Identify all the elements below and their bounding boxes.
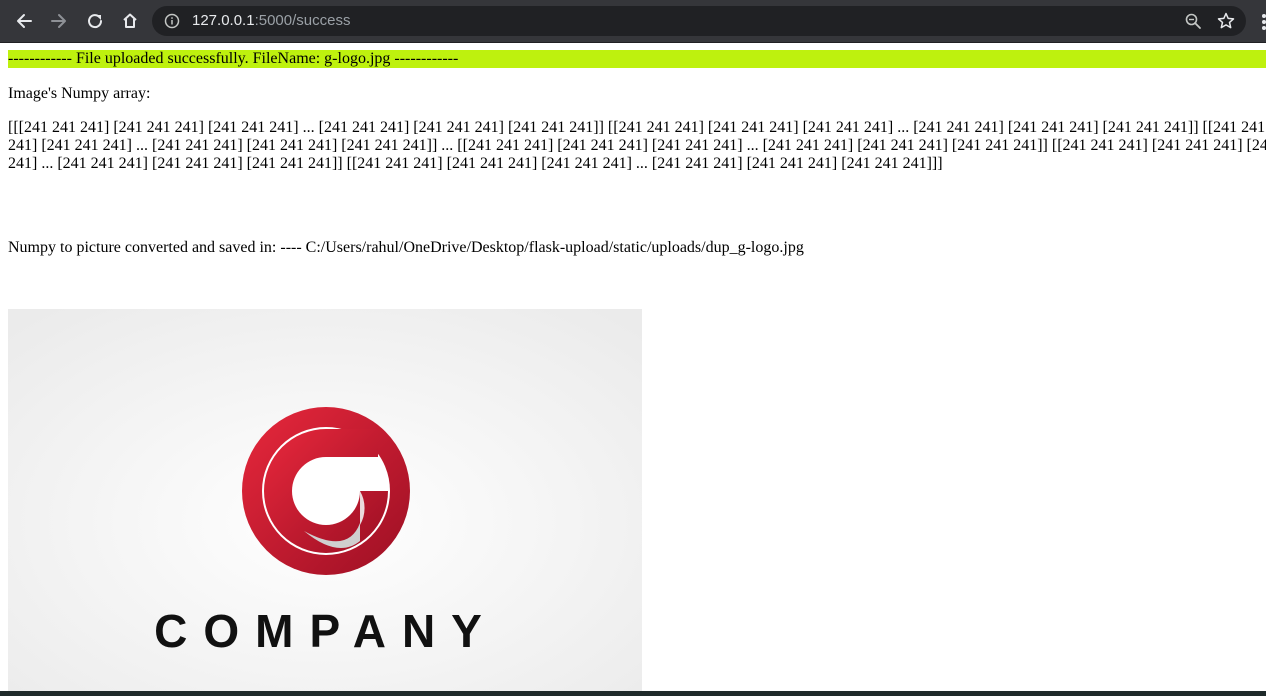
logo-mark — [242, 407, 410, 575]
info-icon[interactable] — [164, 13, 180, 29]
numpy-array-text: [[[241 241 241] [241 241 241] [241 241 2… — [8, 119, 1266, 175]
home-icon — [123, 13, 137, 28]
forward-button[interactable] — [46, 8, 72, 34]
address-bar[interactable]: 127.0.0.1:5000/success — [152, 6, 1246, 36]
array-heading: Image's Numpy array: — [8, 85, 151, 102]
uploaded-image: COMPANY — [8, 309, 642, 696]
logo-wordmark: COMPANY — [154, 605, 498, 657]
menu-icon[interactable] — [1259, 12, 1266, 32]
array-line: [[[241 241 241] [241 241 241] [241 241 2… — [8, 119, 1266, 136]
reload-icon — [88, 14, 103, 29]
browser-toolbar: 127.0.0.1:5000/success — [0, 0, 1266, 43]
zoom-icon[interactable] — [1184, 12, 1202, 30]
star-icon[interactable] — [1216, 11, 1236, 31]
array-line: 241] ... [241 241 241] [241 241 241] [24… — [8, 155, 943, 172]
forward-icon — [51, 14, 66, 28]
back-button[interactable] — [11, 8, 37, 34]
home-button[interactable] — [117, 8, 143, 34]
reload-button[interactable] — [82, 8, 108, 34]
url-host: 127.0.0.1 — [192, 12, 255, 29]
url-text[interactable]: 127.0.0.1:5000/success — [192, 12, 350, 30]
back-icon — [17, 14, 32, 28]
taskbar-edge — [0, 691, 1266, 696]
saved-path-text: Numpy to picture converted and saved in:… — [8, 239, 804, 256]
array-line: 241] [241 241 241] ... [241 241 241] [24… — [8, 137, 1266, 154]
success-banner: ------------ File uploaded successfully.… — [8, 50, 1266, 68]
url-path: :5000/success — [254, 12, 351, 29]
